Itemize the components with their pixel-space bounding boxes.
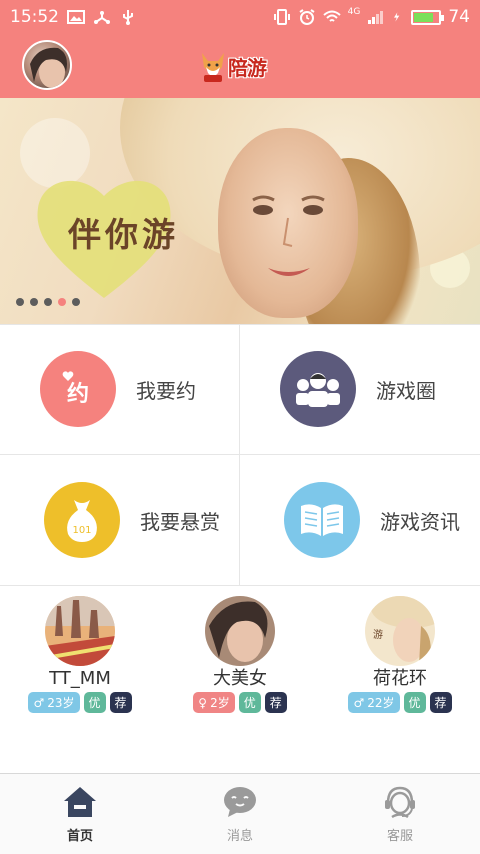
feature-grid: 约 我要约 游戏圈 101 我要悬赏 游戏资讯	[0, 324, 480, 586]
badge-excellent: 优	[238, 692, 261, 713]
user-card[interactable]: 大美女 ♀ 2岁 优 荐	[170, 596, 310, 713]
nav-messages[interactable]: 消息	[160, 774, 320, 854]
logo-text: 陪游	[228, 55, 267, 80]
money-bag-icon: 101	[44, 482, 120, 558]
banner-carousel[interactable]: 伴你游	[0, 98, 480, 324]
app-header: 陪游	[0, 34, 480, 98]
female-icon: ♀	[198, 695, 208, 710]
status-time: 15:52	[10, 7, 59, 27]
wifi-icon	[322, 10, 341, 22]
feature-label: 我要约	[136, 378, 196, 403]
badge-excellent: 优	[83, 692, 106, 713]
feature-label: 游戏资讯	[380, 509, 460, 534]
chat-icon	[224, 786, 256, 817]
vibrate-icon	[273, 9, 290, 25]
age-badge: ♂ 22岁	[348, 692, 400, 713]
user-card[interactable]: TT_MM ♂ 23岁 优 荐	[10, 596, 150, 713]
alarm-icon	[299, 9, 315, 25]
nav-customer-service[interactable]: 客服	[320, 774, 480, 854]
nav-label: 客服	[386, 828, 413, 844]
fox-icon	[202, 53, 224, 82]
carousel-dot[interactable]	[30, 298, 38, 306]
male-icon: ♂	[33, 695, 45, 710]
battery-level: 74	[448, 7, 470, 27]
svg-text:101: 101	[72, 525, 91, 536]
share-icon	[94, 11, 110, 24]
age-text: 2岁	[210, 696, 230, 710]
status-bar: 15:52 4G 74	[0, 0, 480, 34]
recommended-users: TT_MM ♂ 23岁 优 荐 大美女 ♀ 2岁 优 荐 游 荷花环 ♂ 22岁 优 …	[0, 596, 480, 726]
user-avatar[interactable]	[22, 40, 72, 90]
network-type: 4G	[347, 7, 361, 17]
badge-recommended: 荐	[429, 692, 452, 713]
user-tags: ♂ 23岁 优 荐	[28, 692, 132, 713]
age-text: 23岁	[47, 696, 75, 710]
badge-excellent: 优	[403, 692, 426, 713]
book-icon	[284, 482, 360, 558]
user-name: 大美女	[213, 668, 267, 689]
signal-icon	[368, 11, 384, 24]
feature-label: 游戏圈	[376, 378, 436, 403]
battery-icon	[411, 9, 445, 25]
svg-text:约: 约	[67, 381, 89, 407]
user-tags: ♀ 2岁 优 荐	[193, 692, 287, 713]
feature-game-news[interactable]: 游戏资讯	[240, 455, 480, 586]
carousel-dot[interactable]	[16, 298, 24, 306]
feature-bounty[interactable]: 101 我要悬赏	[0, 455, 240, 586]
male-icon: ♂	[353, 695, 365, 710]
user-avatar[interactable]: 游	[365, 596, 435, 666]
bottom-nav: 首页 消息 客服	[0, 773, 480, 854]
user-avatar[interactable]	[205, 596, 275, 666]
feature-date[interactable]: 约 我要约	[0, 324, 240, 455]
badge-recommended: 荐	[109, 692, 132, 713]
charging-icon	[394, 12, 400, 22]
nav-label: 首页	[66, 828, 93, 844]
nav-home[interactable]: 首页	[0, 774, 160, 854]
feature-label: 我要悬赏	[140, 509, 220, 534]
image-icon	[67, 10, 85, 24]
svg-text:游: 游	[373, 628, 383, 641]
user-tags: ♂ 22岁 优 荐	[348, 692, 452, 713]
feature-game-circle[interactable]: 游戏圈	[240, 324, 480, 455]
date-icon: 约	[40, 351, 116, 427]
app-logo: 陪游	[198, 44, 282, 88]
badge-recommended: 荐	[264, 692, 287, 713]
user-card[interactable]: 游 荷花环 ♂ 22岁 优 荐	[330, 596, 470, 713]
banner-slogan: 伴你游	[68, 215, 179, 254]
headset-icon	[385, 786, 415, 818]
user-avatar[interactable]	[45, 596, 115, 666]
nav-label: 消息	[226, 828, 253, 844]
age-badge: ♀ 2岁	[193, 692, 235, 713]
carousel-dot-active[interactable]	[58, 298, 66, 306]
carousel-indicator	[16, 298, 80, 306]
age-badge: ♂ 23岁	[28, 692, 80, 713]
user-name: 荷花环	[373, 668, 427, 689]
banner-face	[218, 128, 358, 318]
usb-icon	[123, 10, 133, 25]
carousel-dot[interactable]	[44, 298, 52, 306]
age-text: 22岁	[367, 696, 395, 710]
group-icon	[280, 351, 356, 427]
home-icon	[64, 786, 96, 817]
carousel-dot[interactable]	[72, 298, 80, 306]
user-name: TT_MM	[49, 668, 111, 689]
